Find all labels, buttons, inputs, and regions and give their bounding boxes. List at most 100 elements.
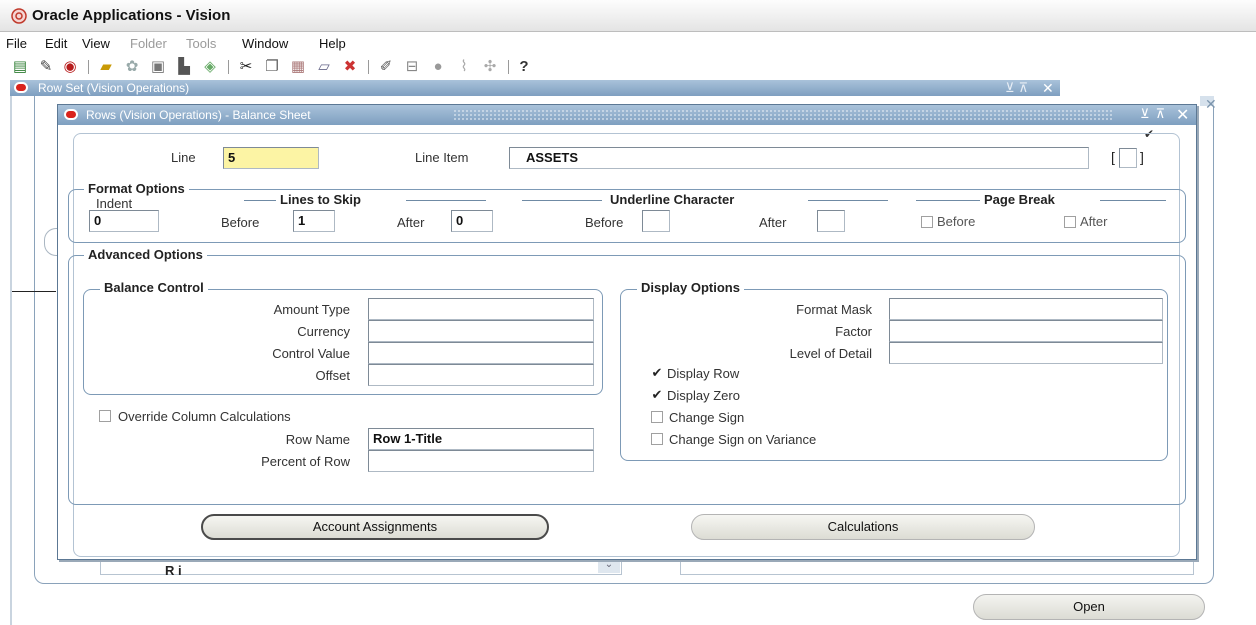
window-minimize-maximize-icon[interactable]: ⊻⊼ [1140, 106, 1171, 122]
control-value-label: Control Value [272, 346, 350, 361]
balance-control-title: Balance Control [100, 280, 208, 295]
lines-to-skip-rule [244, 200, 276, 201]
descriptive-flexfield[interactable] [1119, 148, 1137, 168]
rows-dialog-title: Rows (Vision Operations) - Balance Sheet [86, 108, 311, 122]
copy-icon[interactable]: ❐ [262, 57, 282, 77]
line-item-field[interactable]: ASSETS [509, 147, 1089, 169]
edit-field-icon[interactable]: ✐ [376, 57, 396, 77]
format-mask-field[interactable] [889, 298, 1163, 320]
page-break-before-label: Before [937, 214, 976, 229]
currency-field[interactable] [368, 320, 594, 342]
help-icon[interactable]: ? [514, 57, 534, 77]
print-icon[interactable]: ▙ [174, 57, 194, 77]
display-options-title: Display Options [637, 280, 744, 295]
lines-to-skip-title: Lines to Skip [276, 192, 365, 207]
find-icon[interactable]: ✎ [36, 57, 56, 77]
amount-type-field[interactable] [368, 298, 594, 320]
change-sign-on-variance-checkbox[interactable] [651, 433, 663, 445]
change-sign-checkbox[interactable] [651, 411, 663, 423]
rowset-list-field-text: R i [165, 563, 182, 578]
rowset-close-icon[interactable]: ✕ [1042, 80, 1054, 97]
account-assignments-button[interactable]: Account Assignments [201, 514, 549, 540]
menu-file[interactable]: File [6, 36, 27, 51]
underline-rule [522, 200, 602, 201]
menu-view[interactable]: View [82, 36, 110, 51]
toolbar-separator [228, 60, 229, 74]
new-record-icon[interactable]: ▤ [10, 57, 30, 77]
advanced-options-title: Advanced Options [84, 247, 207, 262]
rowset-secondary-close-icon[interactable]: ✕ [1205, 96, 1217, 113]
line-item-label: Line Item [415, 150, 469, 165]
open-button[interactable]: Open [973, 594, 1205, 620]
page-break-title: Page Break [980, 192, 1059, 207]
percent-of-row-label: Percent of Row [261, 454, 350, 469]
descriptive-flexfield-bracket-right: ] [1140, 149, 1144, 165]
menu-bar: File Edit View Folder Tools Window Help [0, 34, 1256, 54]
toolbar-separator [368, 60, 369, 74]
calculations-button[interactable]: Calculations [691, 514, 1035, 540]
page-break-before-checkbox[interactable] [921, 216, 933, 228]
menu-help[interactable]: Help [319, 36, 346, 51]
currency-label: Currency [297, 324, 350, 339]
cut-icon[interactable]: ✂ [236, 57, 256, 77]
clear-record-icon[interactable]: ▱ [314, 57, 334, 77]
open-folder-icon[interactable]: ▰ [96, 57, 116, 77]
row-name-label: Row Name [285, 432, 350, 447]
level-of-detail-field[interactable] [889, 342, 1163, 364]
rowset-window-titlebar: Row Set (Vision Operations) ⊻⊼ ✕ [10, 80, 1060, 96]
skip-before-field[interactable]: 1 [293, 210, 335, 232]
rows-dialog-titlebar: Rows (Vision Operations) - Balance Sheet… [58, 105, 1196, 125]
factor-field[interactable] [889, 320, 1163, 342]
override-column-calculations-checkbox[interactable] [99, 410, 111, 422]
switch-responsibility-icon[interactable]: ▣ [148, 57, 168, 77]
zoom-icon[interactable]: ⊟ [402, 57, 422, 77]
attachments-icon[interactable]: ⌇ [454, 57, 474, 77]
display-row-checkbox[interactable]: ✔ [651, 366, 663, 379]
control-value-field[interactable] [368, 342, 594, 364]
delete-record-icon[interactable]: ✖ [340, 57, 360, 77]
folder-tools-icon[interactable]: ✣ [480, 57, 500, 77]
navigator-icon[interactable]: ◉ [60, 57, 80, 77]
row-name-field[interactable]: Row 1-Title [368, 428, 594, 450]
menu-window[interactable]: Window [242, 36, 288, 51]
translations-icon[interactable]: ● [428, 57, 448, 77]
underline-after-field[interactable] [817, 210, 845, 232]
line-field[interactable]: 5 [223, 147, 319, 169]
rowset-window-title: Row Set (Vision Operations) [38, 81, 190, 95]
display-row-label: Display Row [667, 366, 740, 381]
paste-icon[interactable]: ▦ [288, 57, 308, 77]
oracle-app-icon [11, 8, 27, 24]
close-form-icon[interactable]: ◈ [200, 57, 220, 77]
skip-after-field[interactable]: 0 [451, 210, 493, 232]
lines-to-skip-rule [406, 200, 486, 201]
underline-before-label: Before [585, 215, 624, 230]
display-zero-label: Display Zero [667, 388, 740, 403]
menu-tools[interactable]: Tools [186, 36, 216, 51]
display-zero-checkbox[interactable]: ✔ [651, 388, 663, 401]
skip-after-label: After [397, 215, 425, 230]
save-icon[interactable]: ✿ [122, 57, 142, 77]
percent-of-row-field[interactable] [368, 450, 594, 472]
override-column-calculations-label: Override Column Calculations [118, 409, 291, 424]
rows-close-icon[interactable]: ✕ [1176, 105, 1189, 125]
descriptive-flexfield-bracket-left: [ [1111, 149, 1115, 165]
indent-field[interactable]: 0 [89, 210, 159, 232]
change-sign-label: Change Sign [669, 410, 745, 425]
menu-edit[interactable]: Edit [45, 36, 67, 51]
rowset-divider [12, 291, 56, 292]
titlebar-pattern [453, 109, 1113, 120]
toolbar-separator [88, 60, 89, 74]
underline-after-label: After [759, 215, 787, 230]
skip-before-label: Before [221, 215, 260, 230]
underline-rule [808, 200, 888, 201]
factor-label: Factor [835, 324, 872, 339]
underline-before-field[interactable] [642, 210, 670, 232]
app-title-bar: Oracle Applications - Vision [0, 0, 1256, 32]
menu-folder[interactable]: Folder [130, 36, 167, 51]
toolbar: ▤ ✎ ◉ ▰ ✿ ▣ ▙ ◈ ✂ ❐ ▦ ▱ ✖ ✐ ⊟ ● ⌇ ✣ ? [0, 54, 1256, 80]
window-minimize-maximize-icon[interactable]: ⊻⊼ [1005, 80, 1032, 96]
offset-field[interactable] [368, 364, 594, 386]
page-break-after-checkbox[interactable] [1064, 216, 1076, 228]
line-label: Line [171, 150, 196, 165]
page-break-rule [916, 200, 980, 201]
